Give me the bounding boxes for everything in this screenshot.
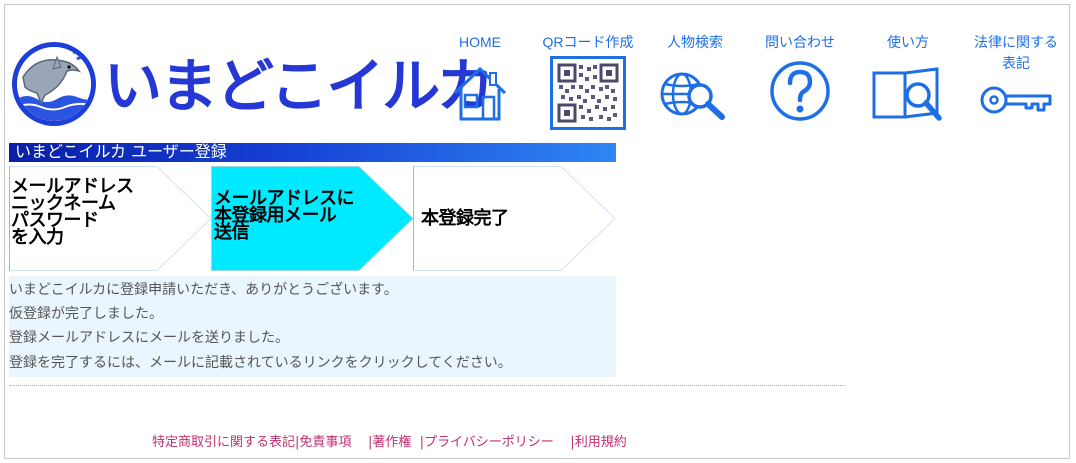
nav-legal-label: 法律に関する — [974, 34, 1058, 50]
message-line: 仮登録が完了しました。 — [9, 306, 163, 322]
message-line: 登録を完了するには、メールに記載されているリンクをクリックしてください。 — [9, 355, 512, 371]
footer-link-terms[interactable]: 利用規約 — [575, 435, 627, 450]
nav-legal-label-2: 表記 — [1002, 55, 1030, 71]
globe-search-icon — [658, 68, 732, 128]
step-3: 本登録完了 — [413, 166, 616, 271]
nav-qr-label: QRコード作成 — [542, 34, 634, 50]
nav-legal[interactable]: 法律に関する 表記 — [966, 32, 1066, 114]
step-2-text: メールアドレスに 本登録用メール 送信 — [214, 188, 355, 243]
section-title: いまどこイルカ ユーザー登録 — [15, 142, 227, 161]
book-search-icon — [871, 67, 945, 127]
logo-title[interactable]: いまどこイルカ — [104, 50, 495, 122]
step-2-active: メールアドレスに 本登録用メール 送信 — [211, 166, 414, 271]
step-1: メールアドレス ニックネーム パスワード を入力 — [9, 166, 212, 271]
footer-link-privacy-policy[interactable]: プライバシーポリシー — [424, 435, 554, 450]
section-title-bar: いまどこイルカ ユーザー登録 — [9, 142, 616, 162]
nav-qr-code[interactable]: QRコード作成 — [538, 32, 638, 130]
footer-links: 特定商取引に関する表記|免責事項 |著作権 |プライバシーポリシー |利用規約 — [152, 434, 627, 452]
registration-steps: メールアドレス ニックネーム パスワード を入力 メールアドレスに 本登録用メー… — [9, 166, 616, 271]
dolphin-logo-icon[interactable] — [12, 42, 96, 126]
nav-person-search-label: 人物検索 — [667, 34, 723, 50]
nav-how-to-use[interactable]: 使い方 — [858, 32, 958, 121]
message-line: 登録メールアドレスにメールを送りました。 — [9, 330, 289, 346]
home-icon — [452, 65, 508, 127]
message-box: いまどこイルカに登録申請いただき、ありがとうございます。 仮登録が完了しました。… — [9, 276, 616, 377]
nav-person-search[interactable]: 人物検索 — [645, 32, 745, 120]
message-line: いまどこイルカに登録申請いただき、ありがとうございます。 — [9, 282, 398, 298]
nav-how-to-use-label: 使い方 — [887, 34, 929, 50]
divider — [9, 385, 845, 386]
nav-contact[interactable]: 問い合わせ — [750, 32, 850, 121]
question-icon — [769, 60, 831, 126]
nav-home[interactable]: HOME — [430, 32, 530, 121]
nav-home-label: HOME — [459, 34, 501, 50]
nav-contact-label: 問い合わせ — [765, 34, 835, 50]
footer-link-commerce-law[interactable]: 特定商取引に関する表記 — [152, 435, 295, 450]
qr-code-icon — [550, 56, 626, 134]
step-3-text: 本登録完了 — [421, 208, 509, 229]
key-icon — [978, 84, 1054, 120]
footer-link-disclaimer[interactable]: 免責事項 — [299, 435, 351, 450]
step-1-text: メールアドレス ニックネーム パスワード を入力 — [11, 176, 134, 248]
footer-link-copyright[interactable]: 著作権 — [372, 435, 411, 450]
